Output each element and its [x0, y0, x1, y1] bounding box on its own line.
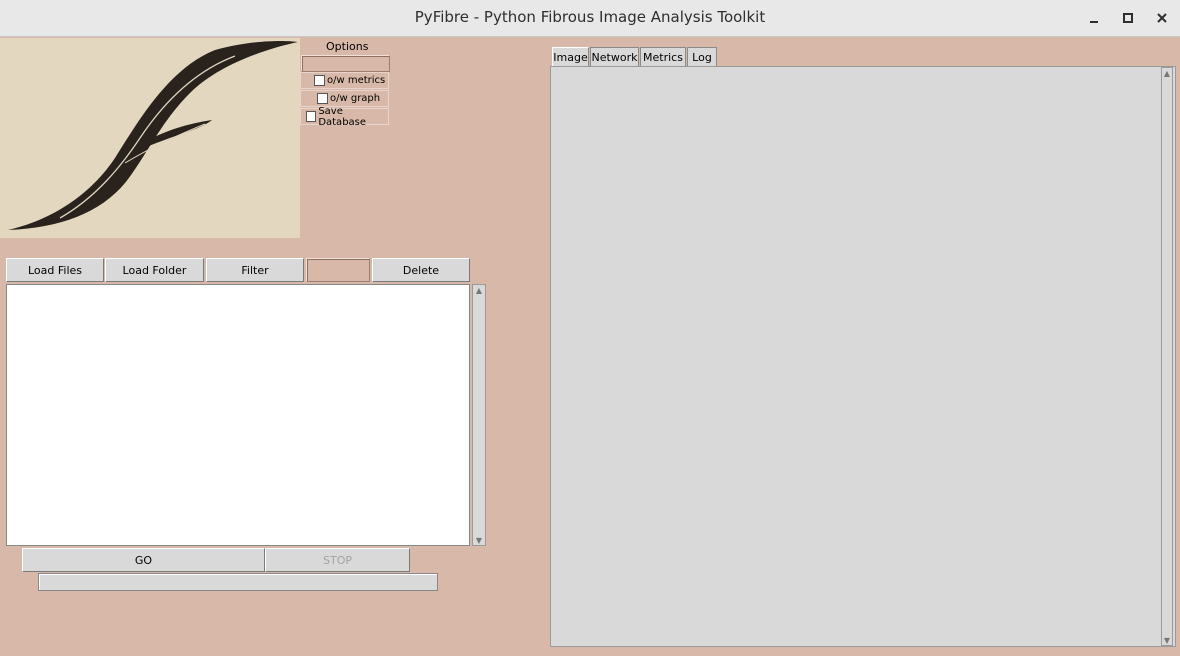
ow-graph-checkbox[interactable]: o/w graph [300, 90, 389, 107]
ow-metrics-label: o/w metrics [327, 75, 386, 86]
window-titlebar[interactable]: PyFibre - Python Fibrous Image Analysis … [0, 0, 1180, 37]
options-label: Options [326, 40, 369, 53]
load-folder-button[interactable]: Load Folder [105, 258, 204, 282]
checkbox-box[interactable] [314, 75, 325, 86]
fibre-logo-icon [0, 38, 300, 238]
scroll-down-icon[interactable]: ▼ [1162, 635, 1172, 645]
notebook-tabs: Image Network Metrics Log [550, 47, 1176, 67]
load-files-button[interactable]: Load Files [6, 258, 104, 282]
tab-log[interactable]: Log [687, 47, 717, 66]
minimize-icon[interactable] [1085, 9, 1103, 27]
progress-bar [38, 573, 438, 591]
file-list-scrollbar[interactable]: ▲ ▼ [472, 284, 486, 546]
results-notebook: Image Network Metrics Log ▲ ▼ [550, 47, 1176, 647]
scroll-up-icon[interactable]: ▲ [473, 285, 485, 295]
tab-metrics[interactable]: Metrics [640, 47, 686, 66]
save-database-checkbox[interactable]: Save Database [300, 105, 389, 128]
tab-network[interactable]: Network [590, 47, 639, 66]
file-listbox[interactable] [6, 284, 470, 546]
maximize-icon[interactable] [1119, 9, 1137, 27]
scroll-down-icon[interactable]: ▼ [473, 535, 485, 545]
ow-metrics-checkbox[interactable]: o/w metrics [300, 72, 389, 89]
scroll-up-icon[interactable]: ▲ [1162, 68, 1172, 78]
delete-button[interactable]: Delete [372, 258, 470, 282]
stop-button[interactable]: STOP [265, 548, 410, 572]
checkbox-box[interactable] [317, 93, 328, 104]
ow-graph-label: o/w graph [330, 93, 381, 104]
options-entry[interactable] [301, 55, 390, 72]
filter-input[interactable] [306, 258, 370, 282]
checkbox-box[interactable] [306, 111, 317, 122]
image-scrollbar[interactable]: ▲ ▼ [1161, 67, 1173, 646]
image-tab-content [550, 66, 1176, 647]
go-button[interactable]: GO [22, 548, 265, 572]
pyfibre-logo [0, 38, 300, 238]
filter-button[interactable]: Filter [206, 258, 304, 282]
tab-image[interactable]: Image [552, 47, 589, 67]
window-title: PyFibre - Python Fibrous Image Analysis … [414, 8, 766, 26]
close-icon[interactable] [1153, 9, 1171, 27]
save-database-label: Save Database [318, 105, 367, 128]
